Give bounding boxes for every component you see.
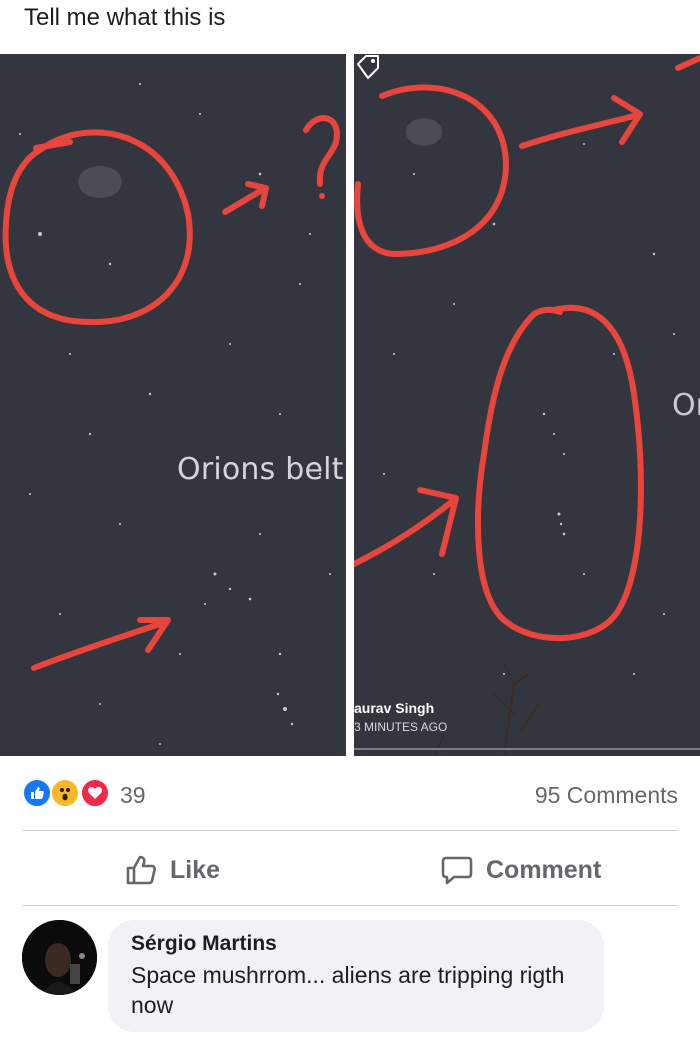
comment-button[interactable]: Comment [440, 848, 601, 892]
night-sky-left [2, 83, 340, 745]
orions-belt-label: Orions belt [177, 452, 344, 487]
comment-text: Space mushrrom... aliens are tripping ri… [131, 962, 565, 1018]
tag-icon[interactable] [354, 54, 382, 82]
love-icon [80, 778, 110, 808]
reaction-icons[interactable] [22, 778, 114, 810]
orions-label-fragment: Or [672, 388, 700, 423]
comment-bubble: Sérgio Martins Space mushrrom... aliens … [108, 920, 604, 1032]
thumbs-up-icon [126, 855, 156, 885]
comment: Sérgio Martins Space mushrrom... aliens … [22, 920, 682, 1032]
comment-author[interactable]: Sérgio Martins [131, 932, 277, 956]
post-stats: 39 95 Comments [22, 778, 678, 812]
photo-left[interactable]: Orions belt [0, 54, 346, 756]
wow-icon [50, 778, 80, 808]
post-text: Tell me what this is [24, 4, 226, 31]
comment-label: Comment [486, 855, 602, 884]
avatar[interactable] [22, 920, 97, 995]
comments-count[interactable]: 95 Comments [535, 782, 678, 809]
story-author: aurav Singh [354, 700, 435, 716]
speech-bubble-icon [441, 856, 473, 885]
photo-collage[interactable]: Orions belt O aurav Singh 3 MINUTES AGO [0, 54, 700, 756]
like-icon [22, 778, 52, 808]
story-time: 3 MINUTES AGO [354, 720, 448, 734]
story-progress-line [354, 748, 700, 750]
divider [22, 830, 678, 831]
like-label: Like [170, 855, 221, 884]
like-button[interactable]: Like [124, 848, 220, 892]
night-sky-right [354, 55, 700, 756]
photo-right[interactable]: Or aurav Singh 3 MINUTES AGO [354, 54, 700, 756]
reaction-count[interactable]: 39 [120, 782, 146, 809]
divider [22, 905, 678, 906]
